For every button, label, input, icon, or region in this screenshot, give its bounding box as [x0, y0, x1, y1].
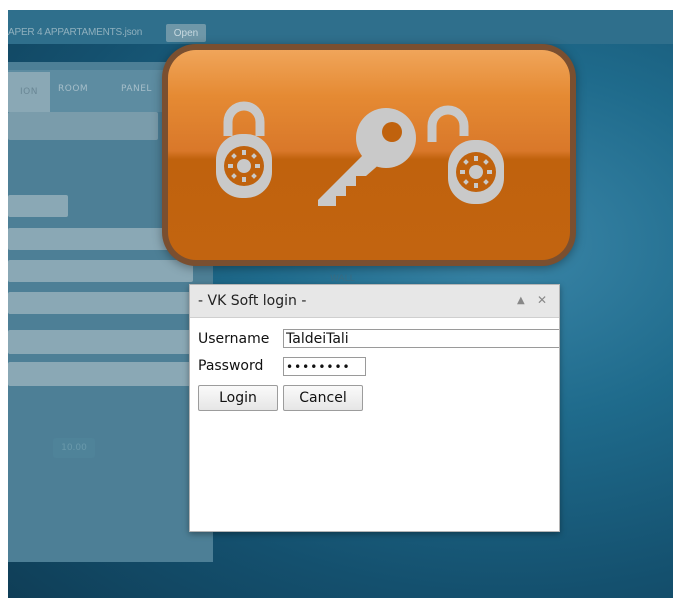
app-field-5[interactable]: [8, 330, 193, 354]
open-file-button[interactable]: Open: [166, 24, 206, 42]
cancel-button[interactable]: Cancel: [283, 385, 363, 411]
lock-closed-icon: [216, 101, 272, 198]
username-field[interactable]: [283, 329, 559, 348]
tab-panel[interactable]: PANEL: [121, 84, 152, 94]
app-field-1[interactable]: [8, 195, 68, 217]
key-icon: [318, 108, 416, 206]
app-panel-header: [8, 112, 158, 140]
dialog-title: - VK Soft login -: [198, 293, 307, 309]
file-name-label: APER 4 APPARTAMENTS.json: [8, 27, 143, 38]
tab-room[interactable]: ROOM: [58, 84, 88, 94]
lock-open-icon: [427, 105, 504, 204]
banner-icon-set: [216, 101, 504, 206]
password-label: Password: [198, 358, 264, 374]
tab-ion[interactable]: ION: [8, 72, 50, 112]
dialog-titlebar[interactable]: - VK Soft login - ▲ ✕: [190, 285, 559, 318]
app-background-row-label: WALL: [330, 274, 355, 284]
username-label: Username: [198, 331, 270, 347]
login-button[interactable]: Login: [198, 385, 278, 411]
collapse-icon[interactable]: ▲: [517, 295, 525, 306]
banner-inner: [168, 50, 570, 260]
app-value-pill: 10.00: [53, 438, 95, 458]
login-dialog: - VK Soft login - ▲ ✕ Username Password …: [189, 284, 560, 532]
close-icon[interactable]: ✕: [537, 293, 547, 307]
app-field-3[interactable]: [8, 260, 193, 282]
app-field-6[interactable]: [8, 362, 193, 386]
password-field[interactable]: [283, 357, 366, 376]
security-icon-banner: [162, 44, 576, 266]
app-field-4[interactable]: [8, 292, 193, 314]
